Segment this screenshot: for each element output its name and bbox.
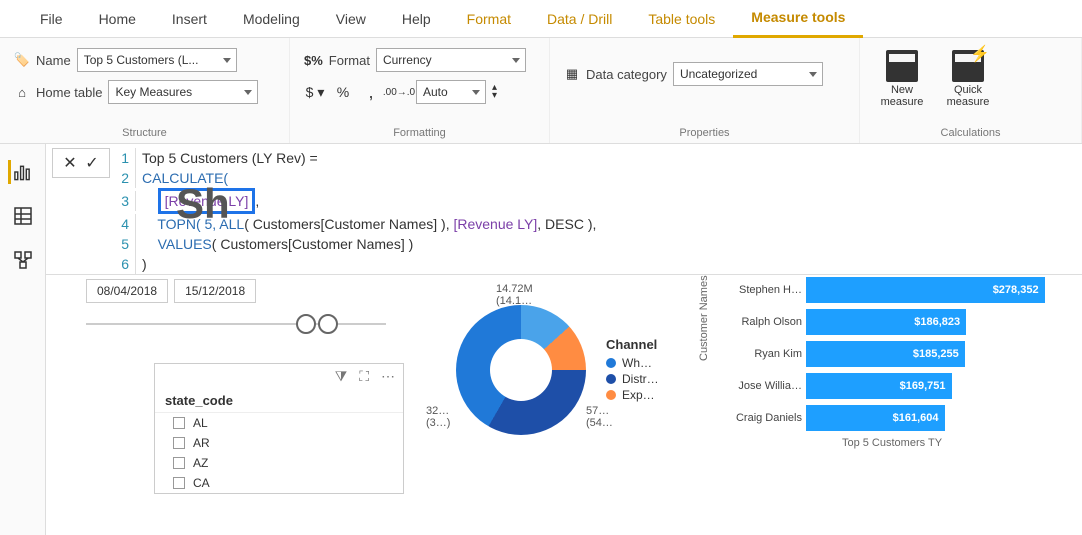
focus-icon[interactable]: ⛶ [359,368,369,385]
tab-datadrill[interactable]: Data / Drill [529,0,630,38]
formula-editor[interactable]: Sh 1Top 5 Customers (LY Rev) = 2CALCULAT… [116,148,596,274]
bar-category: Stephen H… [722,284,806,296]
ribbon-tabs: File Home Insert Modeling View Help Form… [0,0,1082,38]
tab-insert[interactable]: Insert [154,0,225,38]
slicer-visual[interactable]: ⧩ ⛶ ⋯ state_code ALARAZCA [154,363,404,494]
group-structure: Structure [14,127,275,139]
bar-rect: $278,352 [806,277,1045,303]
data-view-button[interactable] [11,204,35,228]
report-view-button[interactable] [8,160,32,184]
bar-ylabel: Customer Names [698,275,710,361]
hometable-label: Home table [36,85,102,100]
date-from[interactable]: 08/04/2018 [86,279,168,303]
bar-row: Jose Willia…$169,751 [722,371,1062,401]
donut-legend: Channel Wh… Distr… Exp… [606,337,659,404]
more-icon[interactable]: ⋯ [381,368,395,385]
quick-measure-button[interactable]: Quick measure [940,50,996,108]
category-icon: ▦ [564,66,580,82]
bar-row: Stephen H…$278,352 [722,275,1062,305]
filter-icon[interactable]: ⧩ [335,368,348,385]
comma-button[interactable]: , [360,81,382,103]
bar-row: Ralph Olson$186,823 [722,307,1062,337]
bar-category: Ralph Olson [722,316,806,328]
tab-view[interactable]: View [318,0,384,38]
calculator-bolt-icon [952,50,984,82]
format-label: Format [329,53,370,68]
watermark-text: Sh [176,180,230,228]
bar-title: Top 5 Customers TY [722,437,1062,449]
date-slider[interactable] [86,323,386,325]
name-input[interactable]: Top 5 Customers (L... [77,48,237,72]
datacat-label: Data category [586,67,667,82]
tab-format[interactable]: Format [449,0,529,38]
spinner-icon[interactable]: ▴▾ [492,84,497,100]
group-properties: Properties [564,127,845,139]
calculator-icon [886,50,918,82]
tag-icon: 🏷️ [14,52,30,68]
bar-category: Jose Willia… [722,380,806,392]
ribbon: 🏷️ Name Top 5 Customers (L... ⌂ Home tab… [0,38,1082,144]
slider-handle-left[interactable] [296,314,316,334]
bar-category: Craig Daniels [722,412,806,424]
view-rail [0,144,46,535]
date-to[interactable]: 15/12/2018 [174,279,256,303]
format-combo[interactable]: Currency [376,48,526,72]
tab-modeling[interactable]: Modeling [225,0,318,38]
report-canvas: 08/04/2018 15/12/2018 ⧩ ⛶ ⋯ state_code A… [46,275,1082,535]
datacat-combo[interactable]: Uncategorized [673,62,823,86]
home-icon: ⌂ [14,84,30,100]
checkbox-icon[interactable] [173,477,185,489]
bar-rect: $169,751 [806,373,952,399]
tab-measuretools[interactable]: Measure tools [733,0,863,38]
slider-handle-right[interactable] [318,314,338,334]
slicer-header: state_code [155,389,403,413]
bar-rect: $185,255 [806,341,965,367]
model-view-button[interactable] [11,248,35,272]
bar-row: Craig Daniels$161,604 [722,403,1062,433]
bar-row: Ryan Kim$185,255 [722,339,1062,369]
name-label: Name [36,53,71,68]
format-prefix-icon: $% [304,53,323,68]
group-formatting: Formatting [304,127,535,139]
decimals-input[interactable]: Auto [416,80,486,104]
bar-category: Ryan Kim [722,348,806,360]
group-calculations: Calculations [874,127,1067,139]
checkbox-icon[interactable] [173,417,185,429]
commit-formula-button[interactable]: ✓ [83,153,101,173]
donut-chart [456,305,586,435]
hometable-combo[interactable]: Key Measures [108,80,258,104]
checkbox-icon[interactable] [173,457,185,469]
slicer-item[interactable]: CA [155,473,403,493]
slicer-item[interactable]: AL [155,413,403,433]
new-measure-button[interactable]: New measure [874,50,930,108]
tab-home[interactable]: Home [81,0,154,38]
bar-chart-visual[interactable]: Customer Names Stephen H…$278,352Ralph O… [722,275,1062,449]
decimal-button[interactable]: .00→.0 [388,81,410,103]
cancel-formula-button[interactable]: ✕ [61,153,79,173]
tab-help[interactable]: Help [384,0,449,38]
formula-bar: ✕ ✓ Sh 1Top 5 Customers (LY Rev) = 2CALC… [46,144,1082,275]
slicer-item[interactable]: AZ [155,453,403,473]
bar-rect: $161,604 [806,405,945,431]
slicer-item[interactable]: AR [155,433,403,453]
tab-file[interactable]: File [22,0,81,38]
checkbox-icon[interactable] [173,437,185,449]
tab-tabletools[interactable]: Table tools [630,0,733,38]
percent-button[interactable]: % [332,81,354,103]
currency-button[interactable]: $ ▾ [304,81,326,103]
donut-visual[interactable]: 14.72M (14.1… 32… (3…) 57… (54… Channel … [456,305,659,435]
bar-rect: $186,823 [806,309,966,335]
